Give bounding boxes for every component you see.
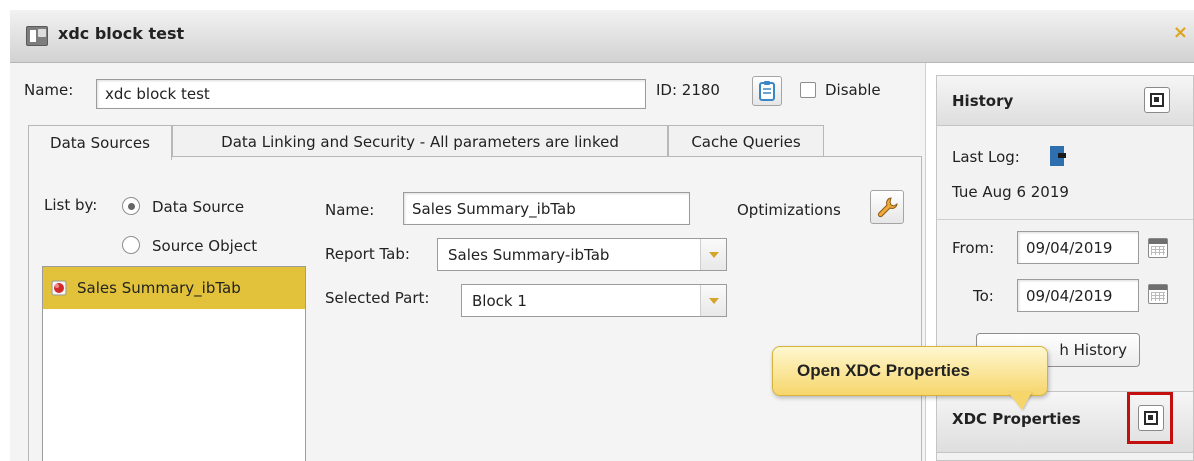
from-date-value: 09/04/2019 [1026, 238, 1113, 257]
history-divider [937, 219, 1193, 220]
last-log-label: Last Log: [952, 148, 1020, 166]
radio-source-object[interactable] [122, 236, 140, 254]
chevron-down-icon [700, 285, 726, 316]
radio-source-object-label: Source Object [152, 237, 258, 255]
report-tab-select[interactable]: Sales Summary-ibTab [437, 238, 727, 271]
from-date-input[interactable]: 09/04/2019 [1017, 231, 1139, 264]
chevron-down-icon [700, 239, 726, 270]
selected-part-label: Selected Part: [325, 289, 430, 307]
clipboard-icon [759, 81, 775, 101]
selected-part-select[interactable]: Block 1 [461, 284, 727, 317]
data-source-list[interactable]: Sales Summary_ibTab [42, 266, 306, 461]
source-name-value: Sales Summary_ibTab [412, 199, 576, 218]
search-history-label: h History [1059, 341, 1127, 359]
xdc-properties-title: XDC Properties [952, 410, 1081, 428]
selected-part-value: Block 1 [472, 291, 527, 310]
radio-data-source-label: Data Source [152, 198, 245, 216]
data-source-icon [51, 280, 67, 296]
name-label: Name: [24, 81, 74, 99]
tab-cache-queries[interactable]: Cache Queries [668, 125, 824, 158]
tooltip-callout-text: Open XDC Properties [797, 361, 970, 380]
history-title: History [952, 92, 1014, 110]
to-date-input[interactable]: 09/04/2019 [1017, 279, 1139, 312]
tooltip-callout: Open XDC Properties [772, 346, 1048, 396]
disable-checkbox[interactable] [800, 82, 816, 98]
close-icon[interactable]: × [1173, 22, 1188, 43]
tooltip-callout-tail [1008, 392, 1032, 410]
window-title: xdc block test [58, 24, 185, 43]
id-clipboard-button[interactable] [752, 76, 782, 106]
xdc-block-icon [26, 26, 48, 46]
tab-data-sources[interactable]: Data Sources [28, 125, 172, 160]
title-bar [10, 10, 1194, 63]
report-tab-value: Sales Summary-ibTab [448, 245, 610, 264]
from-label: From: [952, 239, 995, 257]
list-item-label: Sales Summary_ibTab [77, 279, 241, 297]
to-date-value: 09/04/2019 [1026, 286, 1113, 305]
radio-data-source[interactable] [122, 197, 140, 215]
optimizations-button[interactable] [870, 190, 904, 224]
to-label: To: [973, 287, 994, 305]
wrench-icon [877, 197, 898, 218]
name-input-value: xdc block test [105, 85, 210, 103]
list-by-label: List by: [44, 196, 98, 214]
report-tab-label: Report Tab: [325, 245, 410, 263]
last-log-date: Tue Aug 6 2019 [952, 183, 1069, 201]
from-calendar-icon[interactable] [1148, 238, 1168, 258]
highlight-box [1127, 392, 1173, 444]
source-name-input[interactable]: Sales Summary_ibTab [403, 192, 690, 225]
tab-data-linking-and-security[interactable]: Data Linking and Security - All paramete… [172, 125, 668, 158]
log-door-icon[interactable] [1048, 145, 1068, 167]
source-name-label: Name: [325, 201, 375, 219]
disable-label: Disable [825, 81, 881, 99]
list-item[interactable]: Sales Summary_ibTab [43, 267, 305, 309]
name-input[interactable]: xdc block test [96, 79, 646, 109]
history-window-icon[interactable] [1144, 87, 1170, 113]
to-calendar-icon[interactable] [1148, 284, 1168, 304]
id-text: ID: 2180 [656, 81, 720, 99]
optimizations-label: Optimizations [737, 201, 841, 219]
